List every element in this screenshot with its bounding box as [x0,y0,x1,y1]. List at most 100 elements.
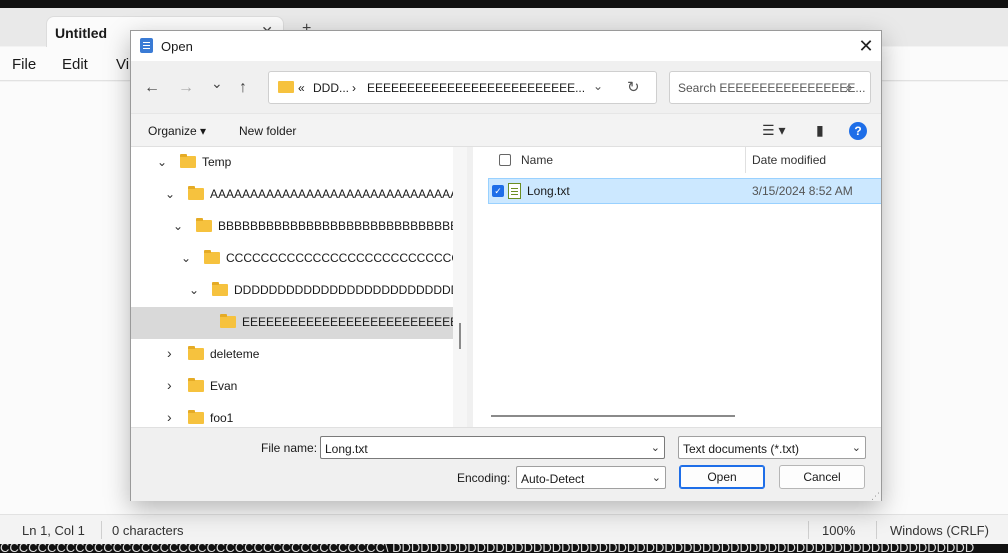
tree-item-eee[interactable]: EEEEEEEEEEEEEEEEEEEEEEEEEEEEEEEEEEEEEEEE [131,307,453,339]
file-name: Long.txt [527,184,570,198]
search-input[interactable]: Search EEEEEEEEEEEEEEEEE... [678,81,865,95]
folder-icon [220,314,236,328]
address-segment-eee[interactable]: EEEEEEEEEEEEEEEEEEEEEEEEEE... [367,81,585,95]
file-name-field[interactable]: Long.txt ⌄ [320,436,665,459]
chevron-down-icon[interactable]: ⌄ [173,219,183,233]
organize-button[interactable]: Organize ▾ [148,124,206,138]
chevron-down-icon[interactable]: ⌄ [165,187,175,201]
encoding-label: Encoding: [457,471,511,485]
folder-icon [196,218,212,232]
taskbar-strip: CCCCCCCCCCCCCCCCCCCCCCCCCCCCCCCCCCCCCCCC… [0,544,1008,553]
folder-icon [180,154,196,168]
column-date-modified[interactable]: Date modified [752,153,826,167]
chevron-down-icon[interactable]: ⌄ [852,441,861,454]
folder-icon [188,410,204,424]
navigation-bar: ← → ⌄ ↑ « DDD... › EEEEEEEEEEEEEEEEEEEEE… [131,31,881,113]
file-list: Name ⌃ Date modified ✓ Long.txt 3/15/202… [473,147,881,427]
chevron-down-icon[interactable]: ⌄ [157,155,167,169]
tree-item-evan[interactable]: › Evan [131,371,453,403]
status-separator [876,521,877,539]
chevron-down-icon[interactable]: ⌄ [652,471,661,484]
folder-icon [212,282,228,296]
file-checkbox[interactable]: ✓ [492,185,504,197]
folder-icon [188,346,204,360]
search-icon[interactable]: ⌕ [845,79,853,96]
column-separator[interactable] [745,147,746,173]
file-name-value[interactable]: Long.txt [325,442,368,456]
dialog-footer: File name: Long.txt ⌄ Text documents (*.… [131,427,881,501]
back-arrow-icon[interactable]: ← [144,79,160,97]
tree-item-temp[interactable]: ⌄ Temp [131,147,453,179]
preview-pane-icon[interactable]: ▮ [816,122,824,139]
tree-item-label: BBBBBBBBBBBBBBBBBBBBBBBBBBBBBBBBBBBBBBBB [218,219,453,233]
tree-item-aaa[interactable]: ⌄ AAAAAAAAAAAAAAAAAAAAAAAAAAAAAAAAAAAAAA… [131,179,453,211]
file-type-value[interactable]: Text documents (*.txt) [683,442,799,456]
tab-title: Untitled [55,25,108,41]
notepad-statusbar: Ln 1, Col 1 0 characters 100% Windows (C… [0,514,1008,544]
cancel-button[interactable]: Cancel [779,465,865,489]
resize-grip-icon[interactable]: ⋰ [871,491,881,501]
path-text: CCCCCCCCCCCCCCCCCCCCCCCCCCCCCCCCCCCCCCCC… [0,544,975,553]
tree-scrollbar[interactable] [453,147,467,427]
sort-ascending-icon: ⌃ [615,147,624,154]
tree-item-bbb[interactable]: ⌄ BBBBBBBBBBBBBBBBBBBBBBBBBBBBBBBBBBBBBB… [131,211,453,243]
file-type-select[interactable]: Text documents (*.txt) ⌄ [678,436,866,459]
menu-view[interactable]: Vi [116,56,129,73]
file-date: 3/15/2024 8:52 AM [752,184,853,198]
select-all-checkbox[interactable] [499,154,511,166]
address-dropdown-icon[interactable]: ⌄ [593,79,603,93]
tree-item-ccc[interactable]: ⌄ CCCCCCCCCCCCCCCCCCCCCCCCCCCCCCCCCCCCCC… [131,243,453,275]
column-header: Name ⌃ Date modified [473,147,881,175]
tree-item-ddd[interactable]: ⌄ DDDDDDDDDDDDDDDDDDDDDDDDDDDDDDDDDDDDDD… [131,275,453,307]
menu-edit[interactable]: Edit [62,56,88,73]
command-bar: Organize ▾ New folder ☰ ▾ ▮ ? [131,113,881,147]
folder-icon [204,250,220,264]
chevron-right-icon[interactable]: › [167,377,172,393]
view-options-icon[interactable]: ☰ ▾ [762,122,785,139]
encoding-value[interactable]: Auto-Detect [521,472,584,486]
tree-item-label: Evan [210,379,238,393]
refresh-icon[interactable]: ↻ [627,78,640,96]
navigation-tree: ⌄ Temp ⌄ AAAAAAAAAAAAAAAAAAAAAAAAAAAAAAA… [131,147,453,427]
help-icon[interactable]: ? [849,122,867,140]
up-arrow-icon[interactable]: ↑ [239,79,247,97]
open-button[interactable]: Open [679,465,765,489]
menu-file[interactable]: File [12,56,36,73]
status-separator [808,521,809,539]
tree-item-deleteme[interactable]: › deleteme [131,339,453,371]
tree-scrollbar-thumb[interactable] [459,323,461,349]
address-overflow-icon[interactable]: « [298,81,305,95]
open-dialog: Open ✕ ← → ⌄ ↑ « DDD... › EEEEEEEEEEEEEE… [130,30,882,501]
tree-item-label: CCCCCCCCCCCCCCCCCCCCCCCCCCCCCCCCCCCCCCCC [226,251,453,265]
file-list-hscrollbar[interactable] [491,415,735,417]
tree-item-label: deleteme [210,347,260,361]
chevron-down-icon[interactable]: ⌄ [189,283,199,297]
tree-item-foo1[interactable]: › foo1 [131,403,453,427]
address-segment-ddd[interactable]: DDD... [313,81,349,95]
folder-icon [188,378,204,392]
encoding-select[interactable]: Auto-Detect ⌄ [516,466,666,489]
status-eol[interactable]: Windows (CRLF) [890,523,989,538]
file-name-label: File name: [261,441,318,455]
folder-icon [278,81,294,93]
status-chars: 0 characters [112,523,184,538]
tree-item-label: EEEEEEEEEEEEEEEEEEEEEEEEEEEEEEEEEEEEEEEE [242,315,453,329]
tree-item-label: AAAAAAAAAAAAAAAAAAAAAAAAAAAAAAAAAAAAAAAA [210,187,453,201]
chevron-right-icon[interactable]: › [167,409,172,425]
tree-item-label: Temp [202,155,232,169]
file-row[interactable]: ✓ Long.txt 3/15/2024 8:52 AM [488,178,881,204]
column-name[interactable]: Name [521,153,553,167]
new-folder-button[interactable]: New folder [239,124,296,138]
chevron-down-icon[interactable]: ⌄ [651,441,660,454]
search-box[interactable]: Search EEEEEEEEEEEEEEEEE... ⌕ [669,71,871,104]
address-separator-icon[interactable]: › [352,81,356,95]
text-file-icon [508,183,521,199]
status-separator [101,521,102,539]
tree-item-label: DDDDDDDDDDDDDDDDDDDDDDDDDDDDDDDDDDDDDDDD [234,283,453,297]
chevron-down-icon[interactable]: ⌄ [181,251,191,265]
address-bar[interactable]: « DDD... › EEEEEEEEEEEEEEEEEEEEEEEEEE...… [268,71,657,104]
chevron-right-icon[interactable]: › [167,345,172,361]
forward-arrow-icon[interactable]: → [178,79,194,97]
recent-locations-chevron-icon[interactable]: ⌄ [211,75,223,92]
status-zoom[interactable]: 100% [822,523,855,538]
